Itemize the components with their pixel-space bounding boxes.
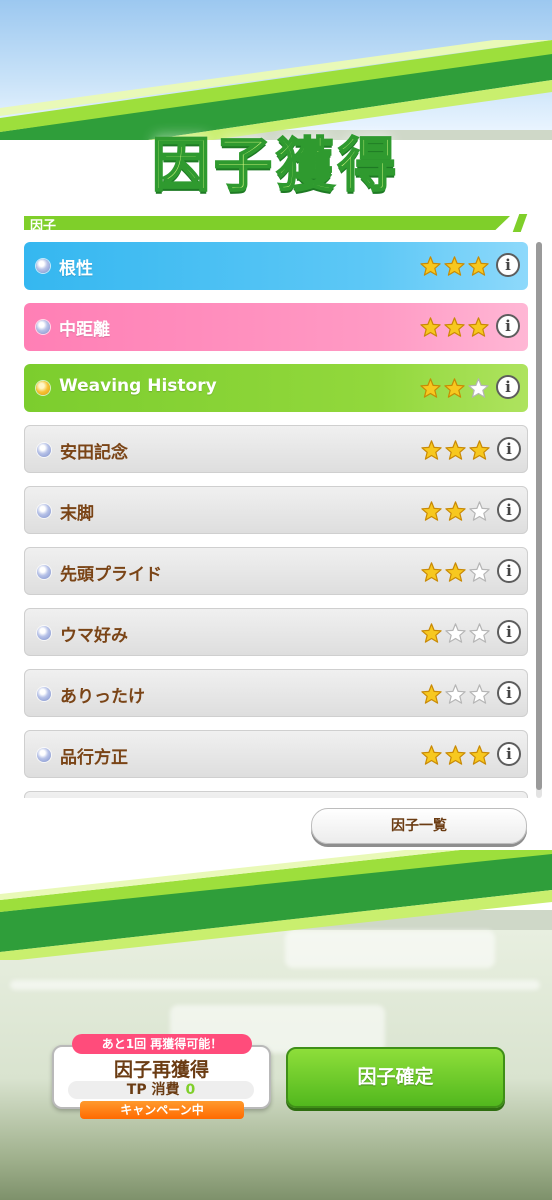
factor-name: 中距離 (59, 320, 110, 340)
factor-name: 根性 (59, 259, 93, 279)
star-filled-icon (444, 256, 465, 276)
star-filled-icon (445, 745, 466, 765)
star-empty-icon (468, 378, 489, 398)
factor-name: 安田記念 (60, 443, 128, 463)
star-filled-icon (468, 256, 489, 276)
factor-row[interactable]: 末脚 i (24, 486, 528, 534)
section-header-slash (512, 214, 528, 232)
star-filled-icon (420, 256, 441, 276)
star-empty-icon (469, 562, 490, 582)
factor-name: ウマ好み (60, 626, 128, 646)
gem-dot-icon (37, 504, 51, 518)
gem-dot-icon (37, 443, 51, 457)
factor-row[interactable]: 中距離 i (24, 303, 528, 351)
factor-row[interactable]: ありったけ i (24, 669, 528, 717)
factor-row[interactable]: 根性 i (24, 242, 528, 290)
factor-row[interactable]: 安田記念 i (24, 425, 528, 473)
campaign-badge: キャンペーン中 (80, 1101, 244, 1119)
tp-cost-value: 0 (185, 1082, 196, 1098)
section-header-bar (24, 216, 510, 230)
factor-name: 末脚 (60, 504, 94, 524)
section-label: 因子 (30, 219, 57, 234)
star-empty-icon (469, 684, 490, 704)
section-header: 因子 (24, 212, 528, 234)
factor-stars (421, 745, 490, 765)
tp-cost: TP 消費 0 (68, 1081, 254, 1099)
info-icon[interactable]: i (497, 742, 521, 766)
blurred-ghost (10, 980, 540, 990)
info-icon[interactable]: i (496, 375, 520, 399)
star-filled-icon (420, 317, 441, 337)
factor-row-partial[interactable] (24, 791, 528, 798)
gem-dot-icon (37, 748, 51, 762)
factor-stars (421, 562, 490, 582)
info-icon[interactable]: i (497, 498, 521, 522)
gem-dot-icon (37, 687, 51, 701)
star-filled-icon (421, 440, 442, 460)
gem-dot-icon (36, 259, 50, 273)
factor-stars (420, 317, 489, 337)
factor-stars (421, 501, 490, 521)
factor-name: 先頭プライド (60, 565, 162, 585)
star-filled-icon (468, 317, 489, 337)
star-filled-icon (420, 378, 441, 398)
info-icon[interactable]: i (496, 314, 520, 338)
info-icon[interactable]: i (497, 620, 521, 644)
factor-stars (421, 440, 490, 460)
factor-list[interactable]: 根性 i 中距離 i Weaving History i 安田記念 i 末脚 i 先頭プライド i ウマ… (24, 242, 528, 798)
confirm-factor-button[interactable]: 因子確定 (286, 1047, 505, 1108)
factor-name: ありったけ (60, 687, 145, 707)
bottom-stripes-decoration (0, 850, 552, 960)
factor-name: 品行方正 (60, 748, 128, 768)
factor-stars (421, 623, 490, 643)
factor-name: Weaving History (59, 376, 217, 396)
star-filled-icon (421, 684, 442, 704)
gem-dot-icon (36, 320, 50, 334)
star-filled-icon (421, 745, 442, 765)
page-title: 因子獲得 (151, 130, 400, 200)
factor-stars (421, 684, 490, 704)
info-icon[interactable]: i (497, 437, 521, 461)
info-icon[interactable]: i (496, 253, 520, 277)
star-filled-icon (445, 501, 466, 521)
factor-row[interactable]: 先頭プライド i (24, 547, 528, 595)
factor-stars (420, 378, 489, 398)
star-empty-icon (445, 623, 466, 643)
star-empty-icon (469, 623, 490, 643)
factor-row[interactable]: ウマ好み i (24, 608, 528, 656)
star-filled-icon (421, 501, 442, 521)
info-icon[interactable]: i (497, 681, 521, 705)
scrollbar-thumb[interactable] (536, 242, 542, 790)
gem-dot-icon (37, 565, 51, 579)
star-filled-icon (469, 440, 490, 460)
star-filled-icon (445, 440, 466, 460)
factor-list-button[interactable]: 因子一覧 (311, 808, 527, 844)
tp-cost-label: TP 消費 (126, 1082, 180, 1098)
star-filled-icon (444, 378, 465, 398)
star-filled-icon (421, 562, 442, 582)
star-empty-icon (469, 501, 490, 521)
gem-dot-icon (36, 381, 50, 395)
factor-stars (420, 256, 489, 276)
star-filled-icon (445, 562, 466, 582)
gem-dot-icon (37, 626, 51, 640)
reacquire-button[interactable]: あと1回 再獲得可能！ 因子再獲得 TP 消費 0 キャンペーン中 (52, 1034, 271, 1119)
factor-row[interactable]: 品行方正 i (24, 730, 528, 778)
star-filled-icon (469, 745, 490, 765)
star-empty-icon (445, 684, 466, 704)
factor-row[interactable]: Weaving History i (24, 364, 528, 412)
reacquire-label: 因子再獲得 (113, 1059, 209, 1081)
reacquire-count-badge: あと1回 再獲得可能！ (72, 1034, 252, 1054)
star-filled-icon (444, 317, 465, 337)
star-filled-icon (421, 623, 442, 643)
info-icon[interactable]: i (497, 559, 521, 583)
